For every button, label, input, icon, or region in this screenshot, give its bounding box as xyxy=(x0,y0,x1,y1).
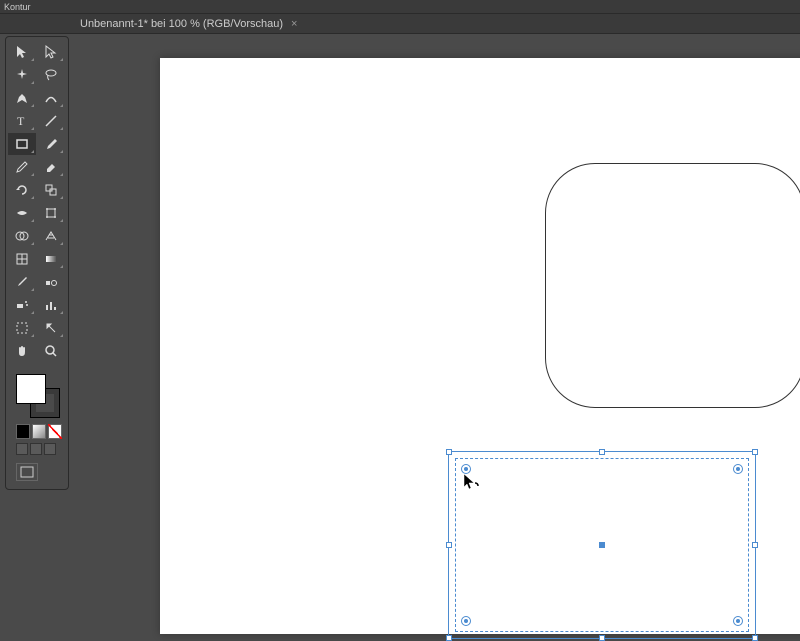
selection-handle-bl[interactable] xyxy=(446,635,452,641)
selection-handle-br[interactable] xyxy=(752,635,758,641)
hand-tool[interactable] xyxy=(8,340,36,362)
magic-wand-tool[interactable] xyxy=(8,64,36,86)
kontur-label: Kontur xyxy=(4,2,31,12)
paintbrush-tool[interactable] xyxy=(37,133,65,155)
column-graph-tool[interactable] xyxy=(37,294,65,316)
free-transform-tool[interactable] xyxy=(37,202,65,224)
document-tab-title[interactable]: Unbenannt-1* bei 100 % (RGB/Vorschau) xyxy=(80,18,283,30)
selection-handle-ml[interactable] xyxy=(446,542,452,548)
live-corner-widget-tr[interactable] xyxy=(733,464,743,474)
artboard-tool[interactable] xyxy=(8,317,36,339)
draw-normal[interactable] xyxy=(16,443,28,455)
eyedropper-tool[interactable] xyxy=(8,271,36,293)
selection-tool[interactable] xyxy=(8,41,36,63)
rotate-tool[interactable] xyxy=(8,179,36,201)
draw-inside[interactable] xyxy=(44,443,56,455)
document-tab-bar: Unbenannt-1* bei 100 % (RGB/Vorschau) × xyxy=(0,14,800,34)
scale-tool[interactable] xyxy=(37,179,65,201)
artboard[interactable] xyxy=(160,58,800,634)
symbol-sprayer-tool[interactable] xyxy=(8,294,36,316)
pen-tool[interactable] xyxy=(8,87,36,109)
live-corner-widget-tl[interactable] xyxy=(461,464,471,474)
slice-tool[interactable] xyxy=(37,317,65,339)
canvas-area[interactable] xyxy=(80,34,800,600)
shape-builder-tool[interactable] xyxy=(8,225,36,247)
screen-mode[interactable] xyxy=(16,463,38,481)
selection-handle-mr[interactable] xyxy=(752,542,758,548)
color-mode-gradient[interactable] xyxy=(32,424,46,439)
rounded-rectangle-shape[interactable] xyxy=(545,163,800,408)
eraser-tool[interactable] xyxy=(37,156,65,178)
blend-tool[interactable] xyxy=(37,271,65,293)
options-bar: Kontur xyxy=(0,0,800,14)
gradient-tool[interactable] xyxy=(37,248,65,270)
selection-handle-tc[interactable] xyxy=(599,449,605,455)
selection-handle-tr[interactable] xyxy=(752,449,758,455)
selected-rectangle[interactable] xyxy=(448,451,756,639)
width-tool[interactable] xyxy=(8,202,36,224)
color-mode-solid[interactable] xyxy=(16,424,30,439)
close-icon[interactable]: × xyxy=(291,18,297,30)
selection-handle-bc[interactable] xyxy=(599,635,605,641)
rectangle-tool[interactable] xyxy=(8,133,36,155)
line-segment-tool[interactable] xyxy=(37,110,65,132)
draw-behind[interactable] xyxy=(30,443,42,455)
zoom-tool[interactable] xyxy=(37,340,65,362)
color-section xyxy=(8,370,66,485)
perspective-grid-tool[interactable] xyxy=(37,225,65,247)
live-corner-widget-bl[interactable] xyxy=(461,616,471,626)
selection-handle-tl[interactable] xyxy=(446,449,452,455)
color-mode-none[interactable] xyxy=(48,424,62,439)
curvature-tool[interactable] xyxy=(37,87,65,109)
direct-selection-tool[interactable] xyxy=(37,41,65,63)
pencil-tool[interactable] xyxy=(8,156,36,178)
fill-color[interactable] xyxy=(16,374,46,404)
type-tool[interactable]: T xyxy=(8,110,36,132)
live-corner-widget-br[interactable] xyxy=(733,616,743,626)
tools-panel: T xyxy=(5,36,69,490)
selection-center[interactable] xyxy=(599,542,605,548)
svg-text:T: T xyxy=(17,114,25,128)
fill-stroke-swatch[interactable] xyxy=(16,374,60,418)
lasso-tool[interactable] xyxy=(37,64,65,86)
mesh-tool[interactable] xyxy=(8,248,36,270)
